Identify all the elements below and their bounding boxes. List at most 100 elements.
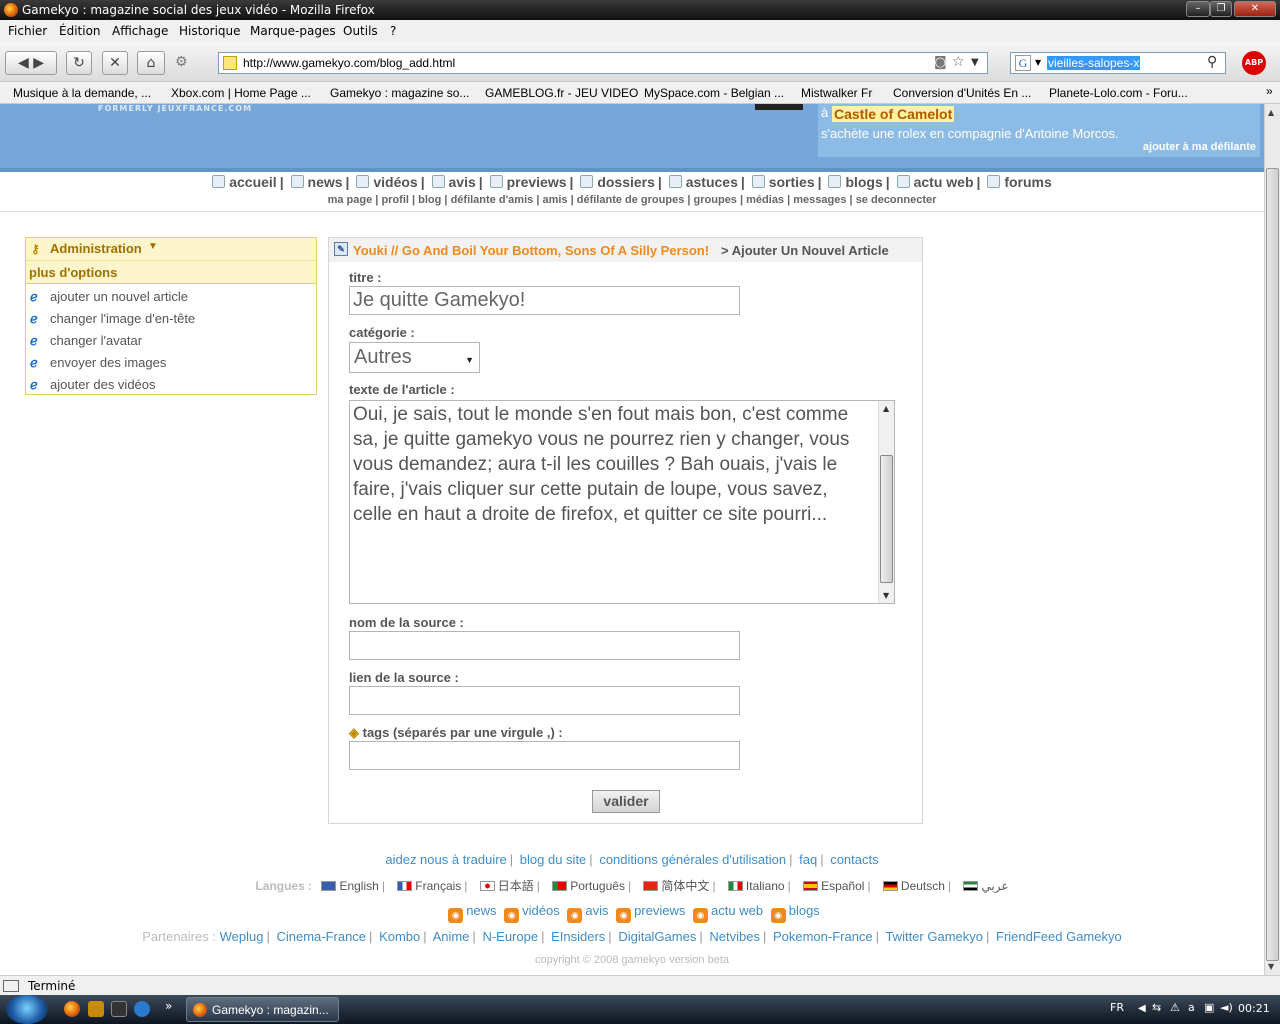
feed-videos[interactable]: vidéos	[522, 903, 560, 918]
nav-actu-web[interactable]: actu web	[896, 174, 974, 190]
scroll-down-arrow-icon[interactable]: ▼	[883, 591, 889, 600]
clock[interactable]: 00:21	[1238, 1002, 1270, 1015]
network-icon[interactable]: ⇆	[1152, 1001, 1161, 1014]
back-forward-button[interactable]: ◀ ▶	[5, 51, 57, 75]
lang-arabic[interactable]: عربي	[981, 879, 1008, 893]
menu-marque-pages[interactable]: Marque-pages	[250, 24, 336, 38]
subnav-groupes[interactable]: groupes	[694, 194, 737, 206]
update-icon[interactable]: a	[1188, 1001, 1195, 1014]
partner-link[interactable]: Pokemon-France	[773, 929, 873, 944]
menu-edition[interactable]: Édition	[59, 24, 101, 38]
feed-actu-web[interactable]: actu web	[711, 903, 763, 918]
page-scrollbar[interactable]: ▲ ▼	[1264, 104, 1280, 975]
url-bar[interactable]: http://www.gamekyo.com/blog_add.html ◙ ☆…	[218, 52, 988, 74]
menu-historique[interactable]: Historique	[179, 24, 241, 38]
categorie-select[interactable]: Autres ▼	[349, 342, 480, 373]
display-icon[interactable]: ▣	[1204, 1001, 1214, 1014]
textarea-scrollbar[interactable]: ▲ ▼	[878, 401, 894, 603]
breadcrumb-blog-link[interactable]: Youki // Go And Boil Your Bottom, Sons O…	[353, 243, 709, 258]
taskbar-firefox-task[interactable]: Gamekyo : magazin...	[186, 997, 339, 1022]
subnav-amis[interactable]: amis	[542, 194, 567, 206]
partner-link[interactable]: Cinema-France	[276, 929, 366, 944]
lang-italiano[interactable]: Italiano	[746, 879, 785, 893]
partner-link[interactable]: EInsiders	[551, 929, 605, 944]
rss-icon[interactable]: ◙	[934, 55, 947, 70]
menu-affichage[interactable]: Affichage	[112, 24, 168, 38]
page-scroll-thumb[interactable]	[1266, 168, 1279, 961]
feed-previews[interactable]: previews	[634, 903, 685, 918]
firefox-quicklaunch-icon[interactable]	[64, 1001, 80, 1017]
lang-espanol[interactable]: Español	[821, 879, 864, 893]
search-icon[interactable]: ⚲	[1207, 54, 1217, 70]
lang-portugues[interactable]: Português	[570, 879, 625, 893]
subnav-defilante-amis[interactable]: défilante d'amis	[451, 194, 534, 206]
footer-link[interactable]: aidez nous à traduire	[385, 852, 506, 867]
app-quicklaunch-icon[interactable]	[88, 1001, 104, 1017]
maximize-button[interactable]: ❐	[1210, 1, 1232, 17]
star-icon[interactable]: ☆	[952, 54, 965, 70]
bookmark-item[interactable]: MySpace.com - Belgian ...	[644, 86, 784, 100]
add-to-ticker-link[interactable]: ajouter à ma défilante	[1143, 141, 1256, 153]
menu-fichier[interactable]: Fichier	[8, 24, 47, 38]
subnav-defilante-groupes[interactable]: défilante de groupes	[577, 194, 685, 206]
subnav-messages[interactable]: messages	[793, 194, 846, 206]
sidebar-item-change-header[interactable]: ℯ changer l'image d'en-tête	[30, 308, 310, 330]
reload-button[interactable]: ↻	[66, 51, 92, 75]
nav-blogs[interactable]: blogs	[828, 174, 883, 190]
addon-icon[interactable]: ⚙	[175, 54, 188, 70]
submit-button[interactable]: valider	[592, 790, 660, 813]
source-link-input[interactable]	[349, 686, 740, 715]
tags-input[interactable]	[349, 741, 740, 770]
partner-link[interactable]: FriendFeed Gamekyo	[996, 929, 1122, 944]
partner-link[interactable]: N-Europe	[482, 929, 538, 944]
partner-link[interactable]: Netvibes	[709, 929, 760, 944]
feed-blogs[interactable]: blogs	[789, 903, 820, 918]
bookmark-item[interactable]: Gamekyo : magazine so...	[330, 86, 469, 100]
sidebar-item-add-videos[interactable]: ℯ ajouter des vidéos	[30, 374, 310, 396]
partner-link[interactable]: DigitalGames	[618, 929, 696, 944]
sidebar-item-send-images[interactable]: ℯ envoyer des images	[30, 352, 310, 374]
home-button[interactable]: ⌂	[137, 51, 165, 75]
terminal-quicklaunch-icon[interactable]	[111, 1001, 127, 1017]
footer-link[interactable]: blog du site	[520, 852, 587, 867]
nav-avis[interactable]: avis	[431, 174, 476, 190]
bookmark-item[interactable]: GAMEBLOG.fr - JEU VIDEO	[485, 86, 638, 100]
lang-francais[interactable]: Français	[415, 879, 461, 893]
lang-english[interactable]: English	[339, 879, 378, 893]
lang-japanese[interactable]: 日本語	[498, 879, 534, 893]
adblock-icon[interactable]: ABP	[1242, 51, 1266, 75]
nav-sorties[interactable]: sorties	[751, 174, 815, 190]
nav-previews[interactable]: previews	[489, 174, 567, 190]
source-name-input[interactable]	[349, 631, 740, 660]
lang-chinese[interactable]: 简体中文	[661, 879, 709, 893]
google-icon[interactable]: G	[1015, 55, 1031, 71]
nav-dossiers[interactable]: dossiers	[580, 174, 655, 190]
engine-dropdown-icon[interactable]: ▼	[1035, 58, 1041, 67]
admin-header[interactable]: ⚷ Administration ▼	[26, 238, 316, 260]
scroll-down-arrow-icon[interactable]: ▼	[1268, 962, 1274, 971]
bookmark-item[interactable]: Musique à la demande, ...	[13, 86, 151, 100]
stop-button[interactable]: ✕	[102, 51, 128, 75]
menu-help[interactable]: ?	[390, 24, 396, 38]
feed-avis[interactable]: avis	[585, 903, 608, 918]
footer-link[interactable]: faq	[799, 852, 817, 867]
partner-link[interactable]: Weplug	[220, 929, 264, 944]
chevron-down-icon[interactable]: ▼	[971, 57, 979, 68]
nav-astuces[interactable]: astuces	[668, 174, 738, 190]
bookmark-item[interactable]: Conversion d'Unités En ...	[893, 86, 1031, 100]
language-indicator[interactable]: FR	[1110, 1001, 1124, 1014]
more-options[interactable]: plus d'options	[26, 260, 316, 284]
partner-link[interactable]: Anime	[433, 929, 470, 944]
sidebar-item-add-article[interactable]: ℯ ajouter un nouvel article	[30, 286, 310, 308]
nav-forums[interactable]: forums	[987, 174, 1052, 190]
ticker-game-link[interactable]: Castle of Camelot	[832, 106, 955, 122]
minimize-button[interactable]: –	[1186, 1, 1210, 17]
chevron-left-icon[interactable]: ◀	[1138, 1003, 1146, 1014]
partner-link[interactable]: Kombo	[379, 929, 420, 944]
start-button[interactable]	[6, 995, 48, 1024]
close-button[interactable]: ✕	[1234, 1, 1276, 17]
partner-link[interactable]: Twitter Gamekyo	[885, 929, 983, 944]
quicklaunch-overflow-icon[interactable]: »	[165, 999, 172, 1013]
subnav-medias[interactable]: médias	[746, 194, 784, 206]
subnav-deconnecter[interactable]: se deconnecter	[856, 194, 937, 206]
